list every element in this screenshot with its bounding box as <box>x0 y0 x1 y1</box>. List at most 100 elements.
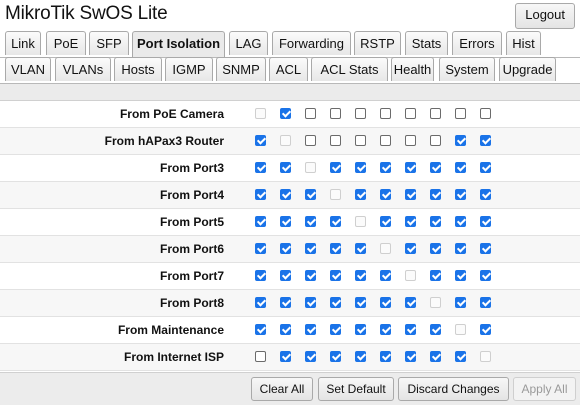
checkbox-checked[interactable] <box>330 216 341 228</box>
tab-stats[interactable]: Stats <box>405 31 448 55</box>
checkbox-checked[interactable] <box>330 297 341 309</box>
tab-acl[interactable]: ACL <box>269 57 308 81</box>
checkbox-checked[interactable] <box>280 108 291 120</box>
checkbox-checked[interactable] <box>330 351 341 363</box>
checkbox-checked[interactable] <box>255 162 266 174</box>
checkbox-unchecked[interactable] <box>355 135 366 147</box>
checkbox-checked[interactable] <box>280 189 291 201</box>
checkbox-checked[interactable] <box>430 189 441 201</box>
checkbox-checked[interactable] <box>305 351 316 363</box>
tab-hist[interactable]: Hist <box>506 31 541 55</box>
checkbox-checked[interactable] <box>430 216 441 228</box>
checkbox-checked[interactable] <box>255 135 266 147</box>
checkbox-checked[interactable] <box>405 243 416 255</box>
checkbox-checked[interactable] <box>380 351 391 363</box>
checkbox-checked[interactable] <box>455 297 466 309</box>
tab-lag[interactable]: LAG <box>229 31 268 55</box>
tab-vlan[interactable]: VLAN <box>5 57 51 81</box>
clear-all-button[interactable]: Clear All <box>251 377 313 401</box>
checkbox-unchecked[interactable] <box>305 135 316 147</box>
checkbox-checked[interactable] <box>280 297 291 309</box>
checkbox-checked[interactable] <box>330 324 341 336</box>
checkbox-unchecked[interactable] <box>330 108 341 120</box>
checkbox-checked[interactable] <box>430 351 441 363</box>
checkbox-checked[interactable] <box>430 324 441 336</box>
checkbox-checked[interactable] <box>405 216 416 228</box>
checkbox-checked[interactable] <box>330 243 341 255</box>
checkbox-checked[interactable] <box>480 270 491 282</box>
checkbox-checked[interactable] <box>280 324 291 336</box>
checkbox-checked[interactable] <box>380 297 391 309</box>
checkbox-checked[interactable] <box>355 243 366 255</box>
tab-rstp[interactable]: RSTP <box>354 31 401 55</box>
checkbox-unchecked[interactable] <box>380 135 391 147</box>
tab-forwarding[interactable]: Forwarding <box>272 31 351 55</box>
tab-igmp[interactable]: IGMP <box>165 57 213 81</box>
checkbox-checked[interactable] <box>480 135 491 147</box>
checkbox-checked[interactable] <box>355 297 366 309</box>
checkbox-checked[interactable] <box>430 270 441 282</box>
tab-sfp[interactable]: SFP <box>89 31 129 55</box>
checkbox-checked[interactable] <box>455 162 466 174</box>
checkbox-checked[interactable] <box>405 324 416 336</box>
checkbox-checked[interactable] <box>305 297 316 309</box>
tab-hosts[interactable]: Hosts <box>114 57 162 81</box>
checkbox-checked[interactable] <box>380 324 391 336</box>
checkbox-checked[interactable] <box>430 243 441 255</box>
checkbox-checked[interactable] <box>455 216 466 228</box>
checkbox-checked[interactable] <box>430 162 441 174</box>
checkbox-checked[interactable] <box>480 324 491 336</box>
tab-upgrade[interactable]: Upgrade <box>499 57 556 81</box>
tab-health[interactable]: Health <box>391 57 434 81</box>
checkbox-checked[interactable] <box>355 351 366 363</box>
tab-snmp[interactable]: SNMP <box>216 57 266 81</box>
tab-link[interactable]: Link <box>5 31 41 55</box>
checkbox-checked[interactable] <box>255 297 266 309</box>
checkbox-unchecked[interactable] <box>480 108 491 120</box>
checkbox-checked[interactable] <box>330 270 341 282</box>
checkbox-checked[interactable] <box>480 216 491 228</box>
tab-poe[interactable]: PoE <box>46 31 86 55</box>
checkbox-checked[interactable] <box>255 324 266 336</box>
checkbox-unchecked[interactable] <box>405 108 416 120</box>
checkbox-checked[interactable] <box>405 189 416 201</box>
checkbox-checked[interactable] <box>330 162 341 174</box>
checkbox-checked[interactable] <box>280 216 291 228</box>
checkbox-checked[interactable] <box>305 189 316 201</box>
checkbox-checked[interactable] <box>255 216 266 228</box>
checkbox-checked[interactable] <box>380 270 391 282</box>
checkbox-checked[interactable] <box>280 162 291 174</box>
checkbox-checked[interactable] <box>455 351 466 363</box>
discard-changes-button[interactable]: Discard Changes <box>398 377 509 401</box>
checkbox-checked[interactable] <box>355 162 366 174</box>
checkbox-unchecked[interactable] <box>305 108 316 120</box>
checkbox-checked[interactable] <box>280 243 291 255</box>
checkbox-checked[interactable] <box>280 351 291 363</box>
checkbox-checked[interactable] <box>305 216 316 228</box>
checkbox-unchecked[interactable] <box>405 135 416 147</box>
checkbox-unchecked[interactable] <box>455 108 466 120</box>
checkbox-checked[interactable] <box>455 189 466 201</box>
tab-system[interactable]: System <box>439 57 495 81</box>
checkbox-checked[interactable] <box>255 270 266 282</box>
checkbox-checked[interactable] <box>480 243 491 255</box>
checkbox-unchecked[interactable] <box>430 108 441 120</box>
checkbox-checked[interactable] <box>305 324 316 336</box>
checkbox-unchecked[interactable] <box>330 135 341 147</box>
checkbox-checked[interactable] <box>455 243 466 255</box>
checkbox-checked[interactable] <box>355 189 366 201</box>
apply-all-button[interactable]: Apply All <box>513 377 576 401</box>
checkbox-unchecked[interactable] <box>380 108 391 120</box>
checkbox-checked[interactable] <box>405 162 416 174</box>
tab-vlans[interactable]: VLANs <box>55 57 111 81</box>
checkbox-checked[interactable] <box>380 216 391 228</box>
tab-errors[interactable]: Errors <box>452 31 502 55</box>
checkbox-unchecked[interactable] <box>255 351 266 363</box>
checkbox-checked[interactable] <box>380 189 391 201</box>
checkbox-checked[interactable] <box>255 243 266 255</box>
checkbox-checked[interactable] <box>255 189 266 201</box>
checkbox-checked[interactable] <box>405 351 416 363</box>
checkbox-checked[interactable] <box>455 135 466 147</box>
checkbox-checked[interactable] <box>405 297 416 309</box>
checkbox-unchecked[interactable] <box>430 135 441 147</box>
